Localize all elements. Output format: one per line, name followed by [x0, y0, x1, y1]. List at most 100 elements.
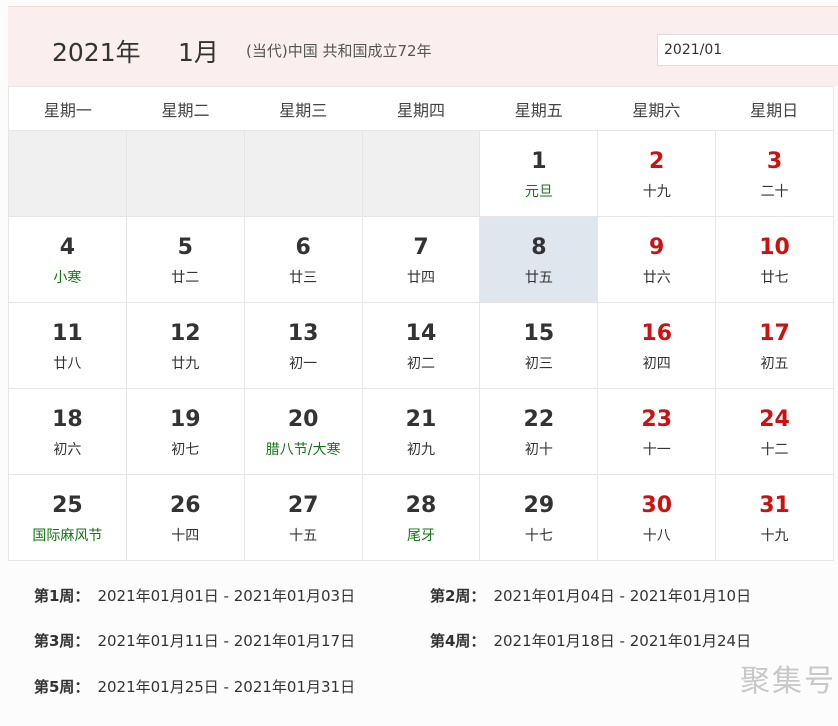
day-number: 7	[413, 235, 429, 260]
week-range-5: 第5周： 2021年01月25日 - 2021年01月31日	[34, 676, 355, 697]
year-label: 2021年	[52, 38, 141, 67]
lunar-date: 初一	[289, 356, 318, 372]
day-cell[interactable]: 4 小寒	[9, 217, 127, 303]
day-cell[interactable]: 25 国际麻风节	[9, 475, 127, 561]
week-range: 2021年01月01日 - 2021年01月03日	[97, 587, 356, 605]
watermark: 聚集号	[740, 664, 836, 699]
era-label: (当代)中国 共和国成立72年	[246, 42, 432, 60]
lunar-date: 十七	[524, 528, 553, 544]
day-cell[interactable]: 15 初三	[480, 303, 599, 389]
day-cell[interactable]: 7 廿四	[362, 217, 481, 303]
day-number: 6	[295, 235, 311, 260]
lunar-date: 十九	[760, 528, 789, 544]
day-number: 26	[169, 493, 201, 518]
day-number: 18	[52, 407, 83, 432]
day-cell[interactable]: 6 廿三	[244, 217, 363, 303]
week-label: 第5周：	[34, 678, 90, 696]
empty-day-cell	[126, 131, 245, 217]
lunar-date: 初四	[642, 356, 671, 372]
day-cell[interactable]: 29 十七	[480, 475, 599, 561]
day-number: 20	[287, 407, 319, 432]
lunar-date: 初十	[524, 442, 553, 458]
day-cell[interactable]: 31 十九	[716, 475, 834, 561]
day-cell[interactable]: 26 十四	[126, 475, 245, 561]
week-range: 2021年01月25日 - 2021年01月31日	[97, 678, 356, 696]
day-cell[interactable]: 11 廿八	[9, 303, 127, 389]
lunar-date: 初三	[524, 356, 553, 372]
lunar-date: 十八	[642, 528, 671, 544]
lunar-date: 初七	[171, 442, 200, 458]
week-ranges: 第1周： 2021年01月01日 - 2021年01月03日 第2周： 2021年0…	[8, 561, 834, 719]
lunar-date: 十二	[760, 442, 789, 458]
week-range: 2021年01月18日 - 2021年01月24日	[493, 632, 752, 650]
day-number: 27	[287, 493, 319, 518]
day-number: 22	[523, 407, 555, 432]
day-number: 13	[287, 321, 319, 346]
day-number: 16	[641, 321, 673, 346]
day-cell[interactable]: 17 初五	[716, 303, 834, 389]
day-cell[interactable]: 14 初二	[362, 303, 481, 389]
day-number: 30	[641, 493, 673, 518]
week-range-2: 第2周： 2021年01月04日 - 2021年01月10日	[430, 585, 751, 606]
day-cell[interactable]: 20 腊八节/大寒	[244, 389, 363, 475]
day-number: 2	[649, 149, 665, 174]
weekday-header-row: 星期一 星期二 星期三 星期四 星期五 星期六 星期日	[8, 86, 834, 131]
day-cell[interactable]: 3 二十	[716, 131, 834, 217]
day-cell[interactable]: 10 廿七	[716, 217, 834, 303]
day-cell[interactable]: 13 初一	[244, 303, 363, 389]
day-number: 25	[52, 493, 83, 518]
day-cell[interactable]: 16 初四	[598, 303, 717, 389]
empty-day-cell	[244, 131, 363, 217]
lunar-date: 廿五	[524, 270, 553, 286]
day-cell[interactable]: 22 初十	[480, 389, 599, 475]
lunar-date: 廿六	[642, 270, 671, 286]
day-cell[interactable]: 24 十二	[716, 389, 834, 475]
lunar-date: 十五	[289, 528, 318, 544]
month-picker-input[interactable]	[657, 34, 838, 66]
calendar-widget: 2021年 1月 (当代)中国 共和国成立72年 星期一 星期二 星期三 星期四…	[0, 0, 838, 726]
week-range-3: 第3周： 2021年01月11日 - 2021年01月17日	[34, 630, 355, 651]
festival-label: 尾牙	[406, 528, 435, 544]
day-number: 24	[759, 407, 790, 432]
weekday-label: 星期日	[750, 100, 799, 120]
day-number: 9	[649, 235, 665, 260]
day-cell[interactable]: 9 廿六	[598, 217, 717, 303]
week-label: 第4周：	[430, 632, 486, 650]
festival-label: 小寒	[53, 270, 82, 286]
day-number: 3	[766, 149, 783, 174]
festival-label: 元旦	[524, 184, 553, 200]
day-number: 1	[531, 149, 547, 174]
week-range-1: 第1周： 2021年01月01日 - 2021年01月03日	[34, 585, 355, 606]
day-cell[interactable]: 1 元旦	[480, 131, 599, 217]
day-cell[interactable]: 8 廿五	[480, 217, 599, 303]
day-cell[interactable]: 30 十八	[598, 475, 717, 561]
lunar-date: 十一	[642, 442, 671, 458]
day-cell[interactable]: 23 十一	[598, 389, 717, 475]
weekday-label: 星期四	[396, 100, 445, 120]
day-number: 23	[641, 407, 673, 432]
day-number: 31	[759, 493, 790, 518]
week-label: 第1周：	[34, 587, 90, 605]
weekday-label: 星期二	[161, 100, 210, 120]
lunar-date: 初二	[406, 356, 435, 372]
lunar-date: 廿八	[53, 356, 82, 372]
day-cell[interactable]: 28 尾牙	[362, 475, 481, 561]
day-cell[interactable]: 19 初七	[126, 389, 245, 475]
day-number: 17	[759, 321, 790, 346]
day-number: 5	[177, 235, 193, 260]
day-cell[interactable]: 27 十五	[244, 475, 363, 561]
day-cell[interactable]: 2 十九	[598, 131, 717, 217]
weekday-label: 星期六	[632, 100, 681, 120]
day-cell[interactable]: 18 初六	[9, 389, 127, 475]
day-cell[interactable]: 12 廿九	[126, 303, 245, 389]
weekday-label: 星期一	[43, 100, 92, 120]
day-number: 21	[405, 407, 437, 432]
week-range-4: 第4周： 2021年01月18日 - 2021年01月24日	[430, 630, 751, 651]
empty-day-cell	[9, 131, 127, 217]
week-label: 第3周：	[34, 632, 90, 650]
day-cell[interactable]: 5 廿二	[126, 217, 245, 303]
day-number: 19	[169, 407, 201, 432]
lunar-date: 廿三	[289, 270, 318, 286]
lunar-date: 二十	[760, 184, 789, 200]
day-cell[interactable]: 21 初九	[362, 389, 481, 475]
